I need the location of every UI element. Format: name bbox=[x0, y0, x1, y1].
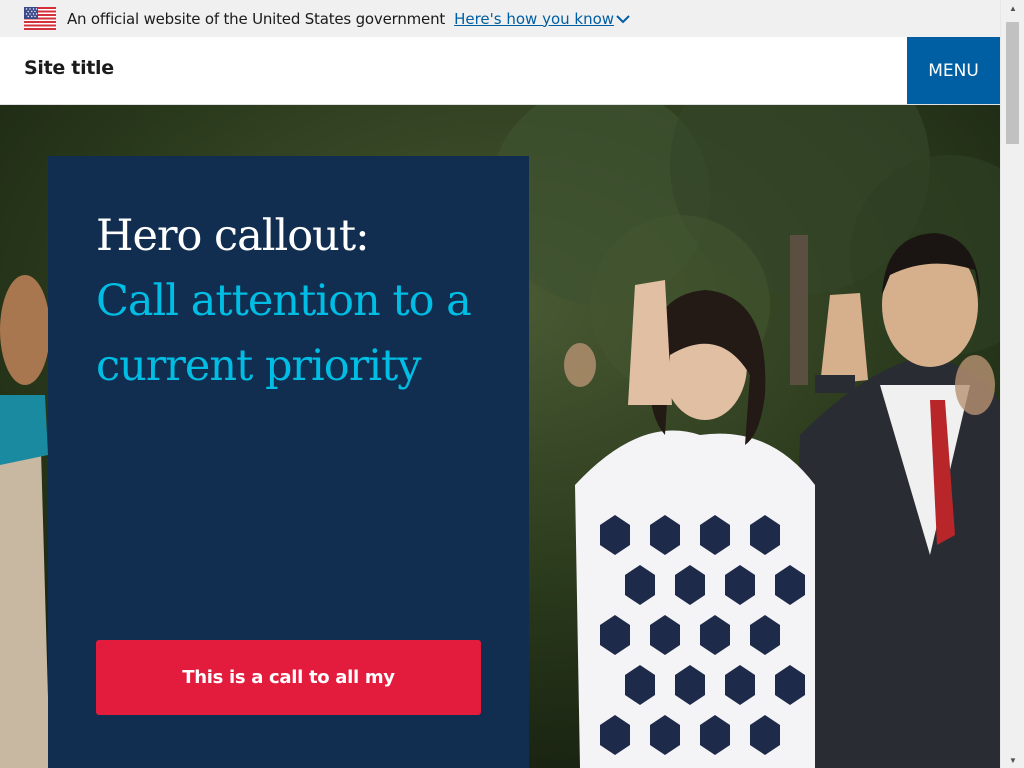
hero-callout-heading: Hero callout: Call attention to a curren… bbox=[96, 204, 481, 399]
how-you-know-label: Here's how you know bbox=[454, 9, 615, 28]
scroll-down-arrow-icon[interactable]: ▼ bbox=[1001, 752, 1024, 768]
scroll-up-arrow-icon[interactable]: ▲ bbox=[1001, 0, 1024, 16]
hero-section: Hero callout: Call attention to a curren… bbox=[0, 105, 1000, 768]
site-title[interactable]: Site title bbox=[24, 57, 114, 79]
scrollbar-thumb[interactable] bbox=[1006, 22, 1019, 144]
hero-cta-button[interactable]: This is a call to all my bbox=[96, 640, 481, 715]
menu-button[interactable]: MENU bbox=[907, 37, 1000, 104]
gov-banner-text: An official website of the United States… bbox=[67, 9, 446, 28]
chevron-down-icon bbox=[616, 14, 630, 24]
us-flag-icon bbox=[24, 7, 56, 30]
page-scrollbar[interactable]: ▲ ▼ bbox=[1000, 0, 1024, 768]
hero-callout-label: Hero callout: bbox=[96, 211, 370, 261]
hero-callout: Hero callout: Call attention to a curren… bbox=[48, 156, 529, 768]
gov-banner: An official website of the United States… bbox=[0, 0, 1000, 37]
how-you-know-link[interactable]: Here's how you know bbox=[454, 10, 630, 28]
site-header: Site title MENU bbox=[0, 37, 1000, 105]
hero-callout-text: Call attention to a current priority bbox=[96, 276, 472, 391]
